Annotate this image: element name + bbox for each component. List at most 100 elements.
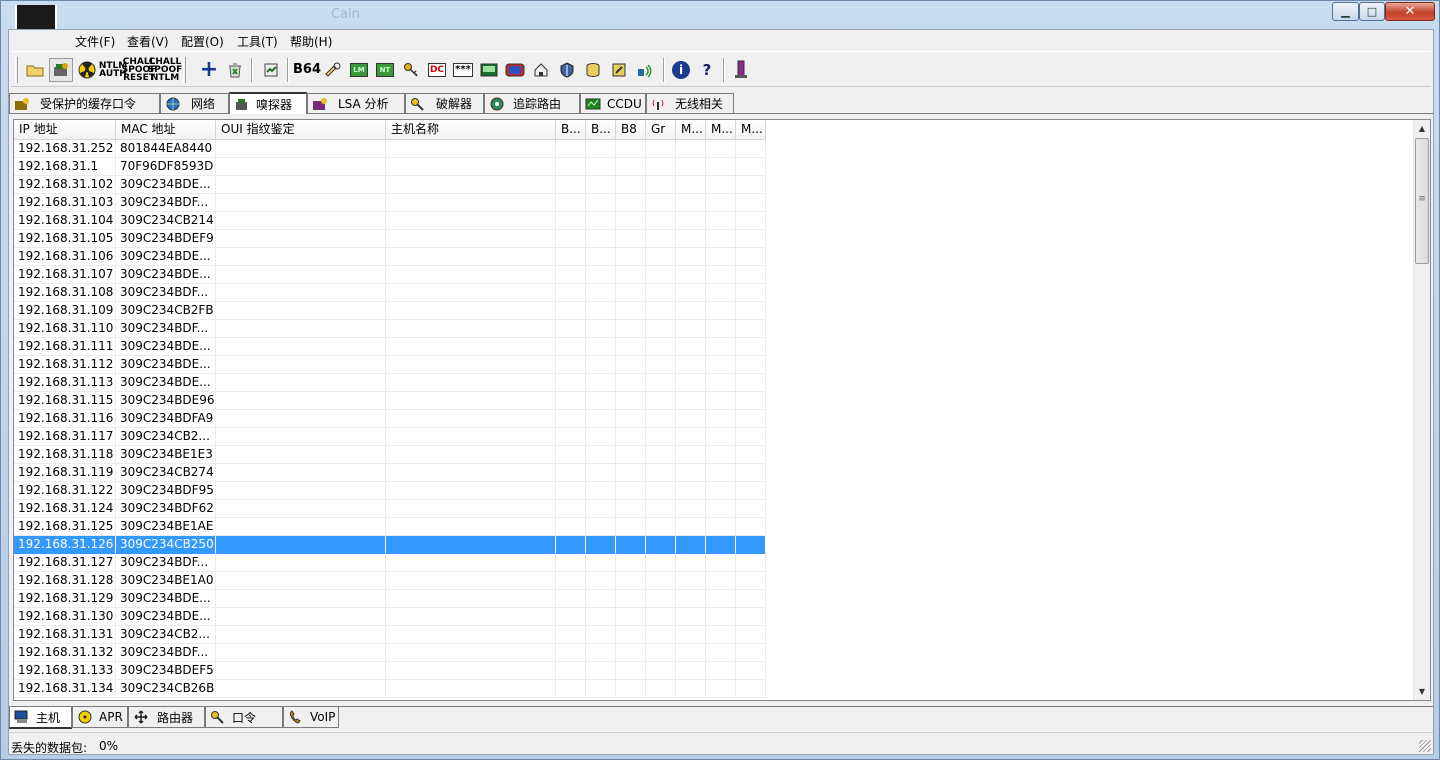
toolbar-grip-2[interactable] [183, 57, 186, 83]
table-row[interactable]: 192.168.31.129 309C234BDE... [14, 590, 1414, 608]
table-row[interactable]: 192.168.31.113 309C234BDE... [14, 374, 1414, 392]
add-icon[interactable]: + [197, 58, 221, 82]
key-icon[interactable] [399, 58, 423, 82]
base64-icon[interactable]: B64 [293, 58, 321, 82]
scroll-up-icon[interactable]: ▲ [1414, 120, 1430, 137]
toolbar-grip[interactable] [15, 57, 18, 83]
sniffer-icon[interactable] [49, 58, 73, 82]
table-row[interactable]: 192.168.31.130 309C234BDE... [14, 608, 1414, 626]
table-row[interactable]: 192.168.31.108 309C234BDF... [14, 284, 1414, 302]
resize-grip[interactable] [1419, 740, 1431, 752]
tab-routers[interactable]: 路由器 [128, 707, 205, 728]
column-header[interactable]: M... [736, 120, 766, 140]
menu-view[interactable]: 查看(V) [127, 33, 169, 50]
tab-wireless[interactable]: 无线相关 [646, 93, 734, 113]
tab-ccdu[interactable]: CCDU [580, 93, 646, 113]
help-icon[interactable]: ? [695, 58, 719, 82]
tab-passwords[interactable]: 口令 [205, 707, 283, 728]
scroll-down-icon[interactable]: ▼ [1414, 683, 1430, 700]
tab-protected-cache[interactable]: 受保护的缓存口令 [9, 93, 160, 113]
table-row[interactable]: 192.168.31.128 309C234BE1A0 [14, 572, 1414, 590]
menu-config[interactable]: 配置(O) [181, 33, 224, 50]
table-row[interactable]: 192.168.31.105 309C234BDEF9 [14, 230, 1414, 248]
hosts-table[interactable]: IP 地址 MAC 地址 OUI 指纹鉴定 主机名称 B... B... B8 Gr M... M… [13, 119, 1431, 701]
scroll-thumb[interactable]: ≡ [1415, 138, 1429, 264]
table-row[interactable]: 192.168.31.107 309C234BDE... [14, 266, 1414, 284]
table-row[interactable]: 192.168.31.117 309C234CB2... [14, 428, 1414, 446]
shield-icon[interactable] [555, 58, 579, 82]
table-row[interactable]: 192.168.31.122 309C234BDF95 [14, 482, 1414, 500]
table-row[interactable]: 192.168.31.134 309C234CB26B [14, 680, 1414, 698]
table-row[interactable]: 192.168.31.124 309C234BDF62 [14, 500, 1414, 518]
close-button[interactable]: ✕ [1385, 2, 1435, 21]
house-icon[interactable] [529, 58, 553, 82]
column-header[interactable]: B... [586, 120, 616, 140]
table-row[interactable]: 192.168.31.118 309C234BE1E3 [14, 446, 1414, 464]
table-row[interactable]: 192.168.31.125 309C234BE1AE [14, 518, 1414, 536]
table-row[interactable]: 192.168.31.126 309C234CB250 [14, 536, 1414, 554]
column-header[interactable]: IP 地址 [14, 120, 116, 140]
tab-lsa[interactable]: LSA 分析 [307, 93, 405, 113]
password-box-icon[interactable]: *** [451, 58, 475, 82]
table-row[interactable]: 192.168.31.131 309C234CB2... [14, 626, 1414, 644]
column-header[interactable]: M... [706, 120, 736, 140]
hash-calc-icon[interactable] [321, 58, 345, 82]
minimize-button[interactable]: ▁ [1332, 2, 1359, 21]
menu-tools[interactable]: 工具(T) [237, 33, 278, 50]
maximize-button[interactable]: □ [1359, 2, 1385, 21]
display-icon[interactable] [503, 58, 527, 82]
lock-icon[interactable] [607, 58, 631, 82]
tab-hosts[interactable]: 主机 [9, 707, 72, 729]
table-row[interactable]: 192.168.31.132 309C234BDF... [14, 644, 1414, 662]
db-icon[interactable] [581, 58, 605, 82]
table-row[interactable]: 192.168.31.102 309C234BDE... [14, 176, 1414, 194]
tab-sniffer[interactable]: 嗅探器 [229, 92, 307, 114]
info-icon[interactable]: i [669, 58, 693, 82]
vertical-scrollbar[interactable]: ▲ ≡ ▼ [1413, 120, 1430, 700]
open-icon[interactable] [23, 58, 47, 82]
chall-spoof-ntlm-icon[interactable]: CHALL SPOOF NTLM [148, 58, 183, 83]
remove-icon[interactable] [223, 58, 247, 82]
wireless-icon[interactable] [633, 58, 657, 82]
column-header[interactable]: Gr [646, 120, 676, 140]
table-row[interactable]: 192.168.31.103 309C234BDF... [14, 194, 1414, 212]
lm-hash-icon[interactable]: LM [347, 58, 371, 82]
table-row[interactable]: 192.168.31.119 309C234CB274 [14, 464, 1414, 482]
table-row[interactable]: 192.168.31.116 309C234BDFA9 [14, 410, 1414, 428]
title-bar[interactable]: Cain ▁ □ ✕ [1, 1, 1439, 35]
table-row[interactable]: 192.168.31.1 70F96DF8593D [14, 158, 1414, 176]
column-header[interactable]: B... [556, 120, 586, 140]
tab-traceroute[interactable]: 追踪路由 [484, 93, 580, 113]
table-cell [556, 338, 586, 356]
table-row[interactable]: 192.168.31.109 309C234CB2FB [14, 302, 1414, 320]
menu-file[interactable]: 文件(F) [75, 33, 115, 50]
column-header[interactable]: B8 [616, 120, 646, 140]
dc-icon[interactable]: DC [425, 58, 449, 82]
tab-cracker[interactable]: 破解器 [405, 93, 484, 113]
terminal-icon[interactable] [477, 58, 501, 82]
column-header[interactable]: MAC 地址 [116, 120, 216, 140]
wizard-icon[interactable] [729, 58, 753, 82]
table-row[interactable]: 192.168.31.110 309C234BDF... [14, 320, 1414, 338]
column-header[interactable]: OUI 指纹鉴定 [216, 120, 386, 140]
table-row[interactable]: 192.168.31.115 309C234BDE96 [14, 392, 1414, 410]
table-row[interactable]: 192.168.31.127 309C234BDF... [14, 554, 1414, 572]
nt-hash-icon[interactable]: NT [373, 58, 397, 82]
table-row[interactable]: 192.168.31.252 801844EA8440 [14, 140, 1414, 158]
table-row[interactable]: 192.168.31.106 309C234BDE... [14, 248, 1414, 266]
table-row[interactable]: 192.168.31.104 309C234CB214 [14, 212, 1414, 230]
table-row[interactable]: 192.168.31.112 309C234BDE... [14, 356, 1414, 374]
tab-apr[interactable]: APR [72, 707, 128, 728]
menu-help[interactable]: 帮助(H) [290, 33, 332, 50]
table-row[interactable]: 192.168.31.111 309C234BDE... [14, 338, 1414, 356]
table-row[interactable]: 192.168.31.133 309C234BDEF5 [14, 662, 1414, 680]
table-cell [216, 212, 386, 230]
table-cell [586, 284, 616, 302]
column-header[interactable]: 主机名称 [386, 120, 556, 140]
tab-voip[interactable]: VoIP [283, 707, 339, 728]
column-header[interactable]: M... [676, 120, 706, 140]
apr-poison-icon[interactable] [75, 58, 99, 82]
tab-network[interactable]: 网络 [160, 93, 229, 113]
table-cell [586, 572, 616, 590]
report-icon[interactable] [259, 58, 283, 82]
